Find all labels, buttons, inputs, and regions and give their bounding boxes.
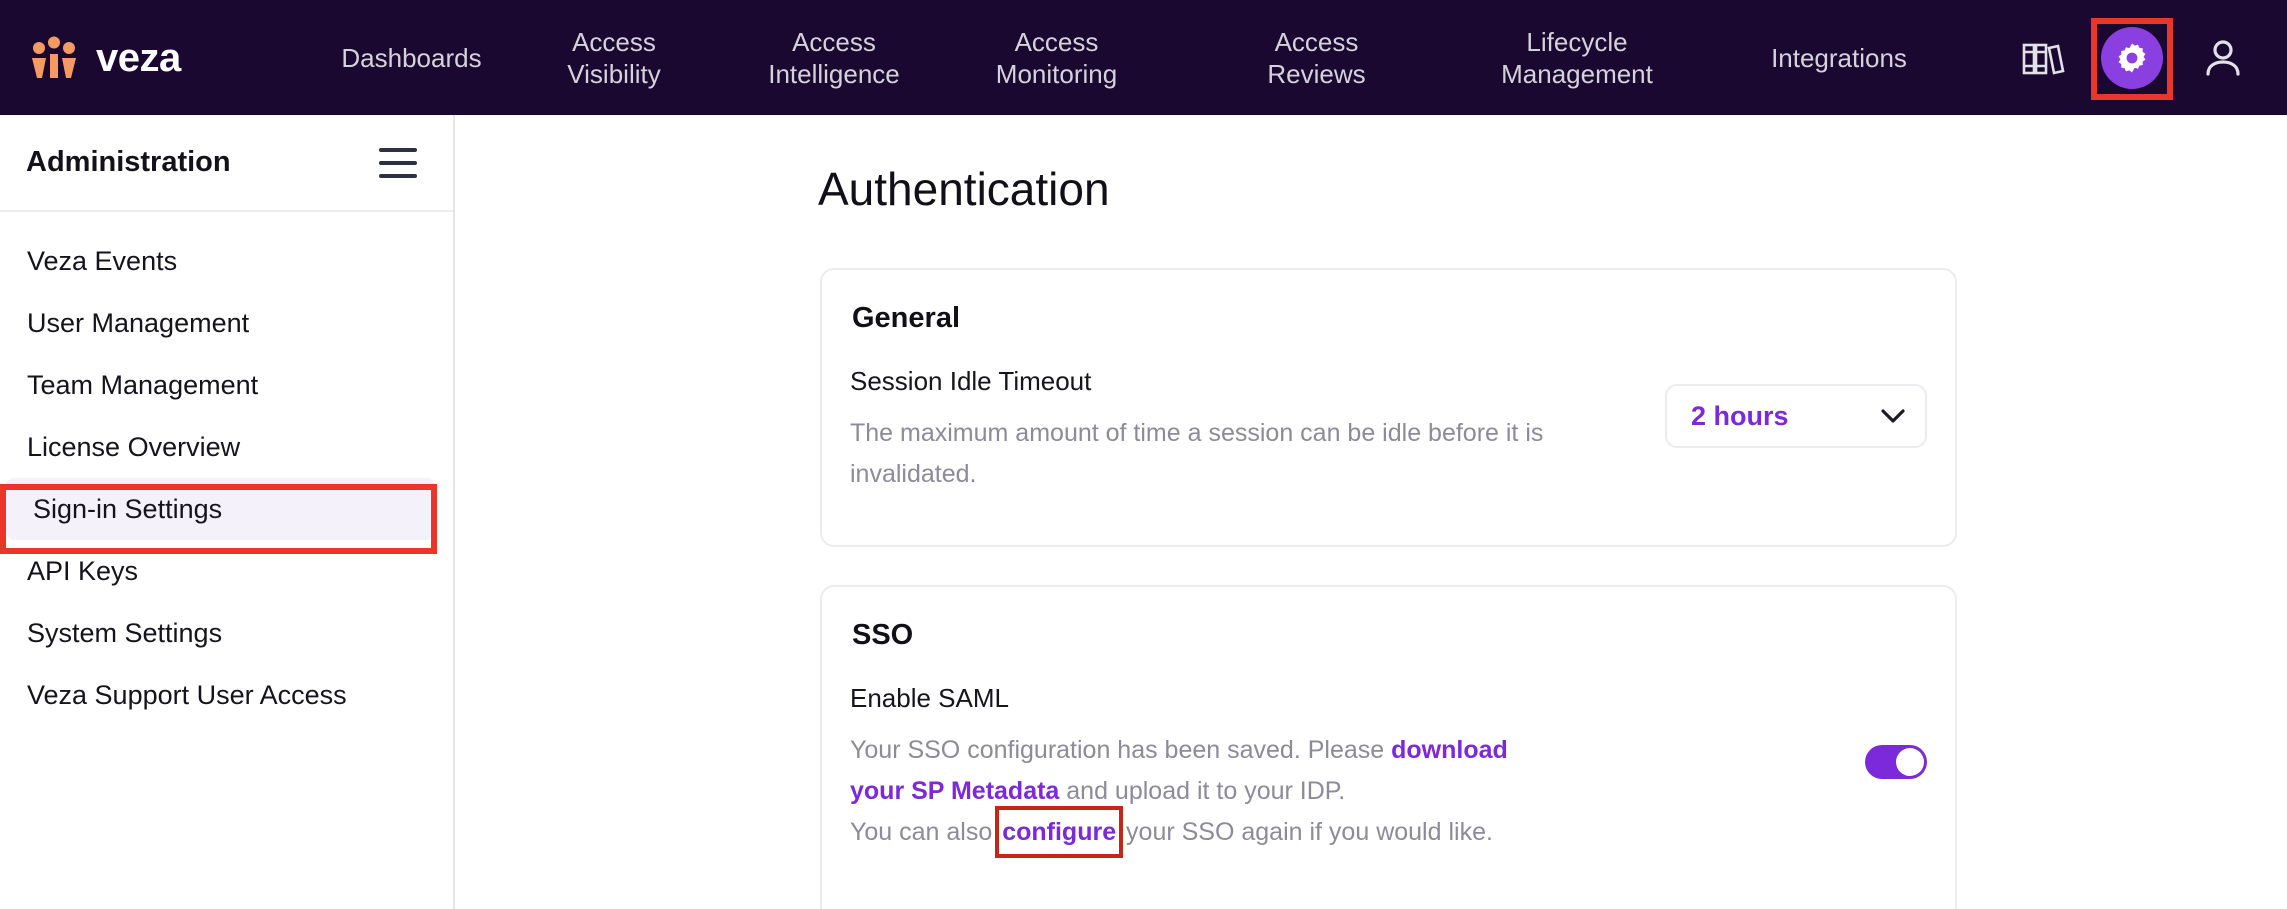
session-idle-timeout-control: 2 hours <box>1647 366 1927 448</box>
general-settings-card: General Session Idle Timeout The maximum… <box>820 268 1957 547</box>
session-idle-timeout-text: Session Idle Timeout The maximum amount … <box>850 366 1550 495</box>
brand-logo[interactable]: veza <box>0 36 300 80</box>
sso-card-title: SSO <box>852 619 914 651</box>
gear-icon <box>2118 43 2146 72</box>
books-icon[interactable] <box>2019 35 2065 81</box>
sso-desc-part-4: your SSO again if you would like. <box>1119 818 1493 846</box>
sidebar-title: Administration <box>26 146 231 178</box>
sidebar-header: Administration <box>0 115 453 212</box>
gear-circle <box>2101 26 2163 89</box>
sidebar-item-label: Team Management <box>27 369 259 400</box>
nav-right-icons <box>2019 17 2287 100</box>
nav-item-dashboards[interactable]: Dashboards <box>314 42 509 74</box>
sidebar-item-user-management[interactable]: User Management <box>0 292 453 354</box>
sidebar-item-api-keys[interactable]: API Keys <box>0 540 453 602</box>
nav-item-access-intelligence[interactable]: Access Intelligence <box>719 26 949 90</box>
sidebar-item-label: Veza Support User Access <box>27 679 347 710</box>
sidebar-item-veza-events[interactable]: Veza Events <box>0 230 453 292</box>
sidebar-item-label: License Overview <box>27 431 241 462</box>
sidebar-item-label: User Management <box>27 307 250 338</box>
sso-settings-card: SSO Enable SAML Your SSO configuration h… <box>820 585 1957 909</box>
sidebar-item-system-settings[interactable]: System Settings <box>0 602 453 664</box>
session-idle-timeout-description: The maximum amount of time a session can… <box>850 419 1544 488</box>
enable-saml-control <box>1647 683 1927 779</box>
sidebar-menu: Veza Events User Management Team Managem… <box>0 212 453 726</box>
hamburger-icon[interactable] <box>379 147 417 178</box>
nav-item-access-visibility[interactable]: Access Visibility <box>509 26 719 90</box>
sso-desc-part-1: Your SSO configuration has been saved. P… <box>850 736 1392 764</box>
sidebar-item-label: Veza Events <box>27 245 178 276</box>
sidebar: Administration Veza Events User Manageme… <box>0 115 455 909</box>
enable-saml-label: Enable SAML <box>850 683 1009 713</box>
configure-sso-link[interactable]: configure <box>1002 818 1116 846</box>
main-content: Authentication General Session Idle Time… <box>457 115 2287 909</box>
enable-saml-row: Enable SAML Your SSO configuration has b… <box>850 683 1927 858</box>
veza-logo-icon <box>32 36 76 78</box>
session-idle-timeout-label: Session Idle Timeout <box>850 366 1092 396</box>
nav-items: Dashboards Access Visibility Access Inte… <box>300 0 2019 115</box>
general-card-title: General <box>852 302 960 334</box>
sidebar-item-label: Sign-in Settings <box>33 493 223 524</box>
enable-saml-toggle[interactable] <box>1865 745 1927 779</box>
nav-item-access-monitoring[interactable]: Access Monitoring <box>949 26 1164 90</box>
sidebar-item-veza-support-user-access[interactable]: Veza Support User Access <box>0 664 453 726</box>
toggle-knob <box>1896 748 1924 776</box>
page-title: Authentication <box>818 163 1110 215</box>
sidebar-item-license-overview[interactable]: License Overview <box>0 416 453 478</box>
brand-name: veza <box>96 35 181 80</box>
enable-saml-description: Your SSO configuration has been saved. P… <box>850 730 1550 858</box>
enable-saml-text: Enable SAML Your SSO configuration has b… <box>850 683 1550 858</box>
session-idle-timeout-value: 2 hours <box>1691 400 1789 431</box>
sidebar-item-team-management[interactable]: Team Management <box>0 354 453 416</box>
nav-item-integrations[interactable]: Integrations <box>1724 42 1954 74</box>
gear-button[interactable] <box>2091 17 2173 100</box>
sso-desc-part-3: You can also <box>850 818 1000 846</box>
top-navigation-bar: veza Dashboards Access Visibility Access… <box>0 0 2287 115</box>
configure-link-wrapper: configure <box>995 806 1124 858</box>
session-idle-timeout-row: Session Idle Timeout The maximum amount … <box>850 366 1927 495</box>
sso-desc-part-2: and upload it to your IDP. <box>1059 777 1346 805</box>
sidebar-item-label: API Keys <box>27 555 139 586</box>
sidebar-item-label: System Settings <box>27 617 223 648</box>
session-idle-timeout-select[interactable]: 2 hours <box>1665 384 1927 448</box>
nav-item-lifecycle-management[interactable]: Lifecycle Management <box>1452 26 1702 90</box>
nav-item-access-reviews[interactable]: Access Reviews <box>1209 26 1424 90</box>
chevron-down-icon <box>1881 408 1905 423</box>
person-icon[interactable] <box>2199 34 2247 82</box>
sidebar-item-sign-in-settings[interactable]: Sign-in Settings <box>6 478 435 540</box>
